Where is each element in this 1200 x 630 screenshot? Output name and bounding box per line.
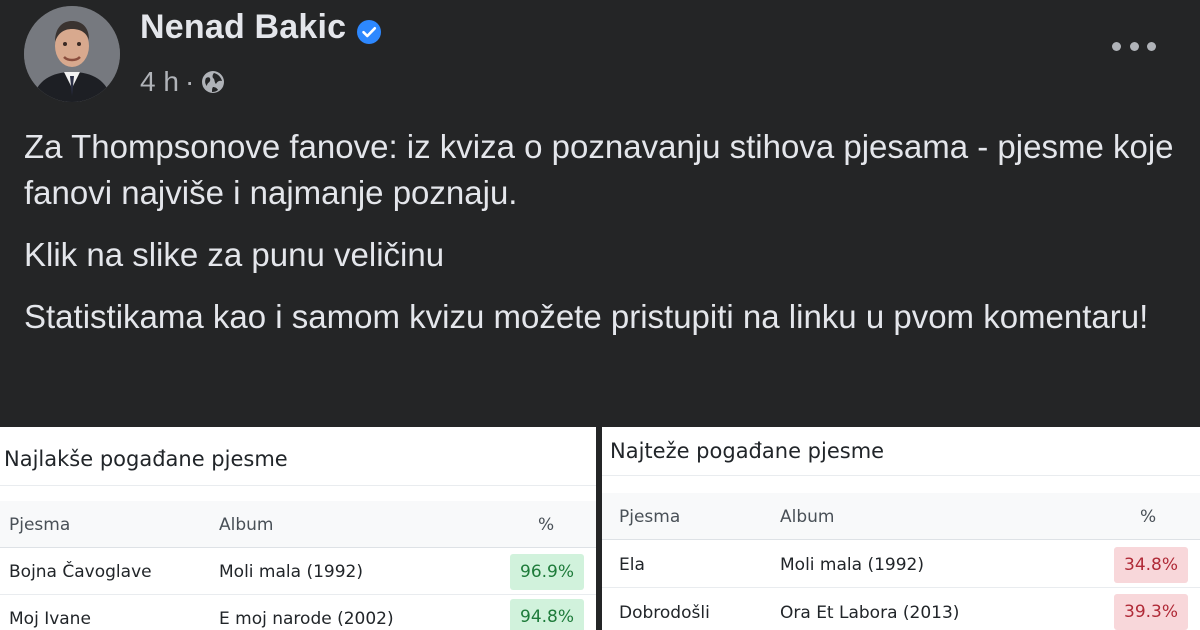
row-divider (602, 587, 1200, 588)
post-paragraph: Statistikama kao i samom kvizu možete pr… (24, 298, 1149, 335)
song-name: Ela (619, 555, 645, 575)
album-name: Ora Et Labora (2013) (780, 603, 960, 623)
column-header-album: Album (780, 507, 835, 527)
post-paragraph: Za Thompsonove fanove: iz kviza o poznav… (24, 128, 1174, 211)
percent-badge: 39.3% (1114, 594, 1189, 630)
column-header-percent: % (538, 515, 555, 535)
post-timestamp[interactable]: 4 h (140, 66, 179, 98)
avatar-portrait (24, 6, 120, 102)
post-header: Nenad Bakic 4 h · (0, 0, 1200, 110)
album-name: Moli mala (1992) (219, 562, 363, 582)
post-meta: 4 h · (140, 66, 226, 98)
album-name: E moj narode (2002) (219, 609, 394, 629)
percent-badge: 94.8% (510, 599, 585, 630)
column-header-song: Pjesma (9, 515, 71, 535)
column-header-song: Pjesma (619, 507, 681, 527)
row-divider (0, 594, 596, 595)
author-avatar[interactable] (24, 6, 120, 102)
post-text: Za Thompsonove fanove: iz kviza o poznav… (24, 124, 1174, 356)
table-title: Najteže pogađane pjesme (610, 439, 885, 463)
percent-badge: 96.9% (510, 554, 585, 590)
author-name-row: Nenad Bakic (140, 8, 382, 47)
post-paragraph: Klik na slike za punu veličinu (24, 236, 445, 273)
column-header-percent: % (1140, 507, 1157, 527)
more-options-icon[interactable] (1112, 36, 1156, 56)
title-divider (602, 475, 1200, 476)
column-header-album: Album (219, 515, 274, 535)
meta-separator: · (184, 66, 195, 97)
globe-icon[interactable] (200, 69, 226, 95)
table-header: Pjesma Album % (602, 493, 1200, 540)
song-name: Dobrodošli (619, 603, 710, 623)
title-divider (0, 485, 596, 486)
album-name: Moli mala (1992) (780, 555, 924, 575)
post-images: Najlakše pogađane pjesme Pjesma Album % … (0, 427, 1200, 630)
table-title: Najlakše pogađane pjesme (4, 447, 288, 471)
percent-badge: 34.8% (1114, 547, 1189, 583)
song-name: Moj Ivane (9, 609, 91, 629)
table-header: Pjesma Album % (0, 501, 596, 548)
more-dot (1112, 41, 1121, 51)
more-dot (1129, 41, 1139, 51)
song-name: Bojna Čavoglave (9, 562, 152, 582)
verified-badge-icon (356, 15, 382, 44)
author-name[interactable]: Nenad Bakic (140, 8, 346, 47)
more-dot (1147, 41, 1156, 51)
image-easiest-songs[interactable]: Najlakše pogađane pjesme Pjesma Album % … (0, 427, 596, 630)
image-hardest-songs[interactable]: Najteže pogađane pjesme Pjesma Album % E… (602, 427, 1200, 630)
